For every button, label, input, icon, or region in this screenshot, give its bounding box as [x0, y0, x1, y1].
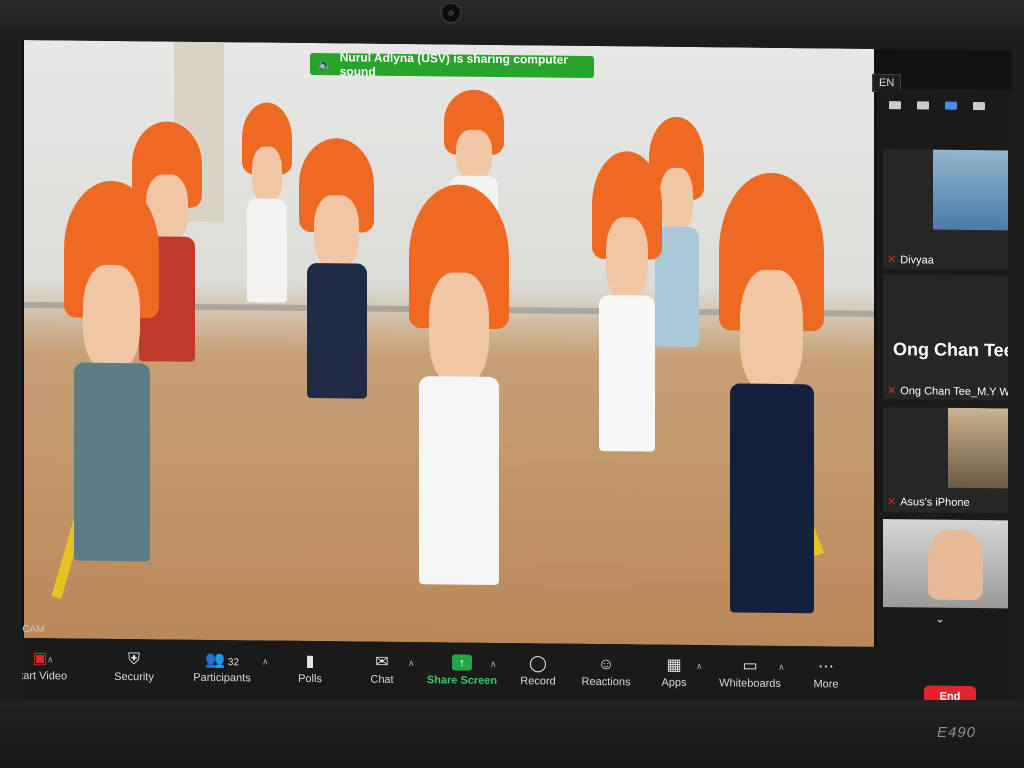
video-options-caret[interactable]: ∧ [47, 654, 54, 665]
chevron-down-icon[interactable]: ⌄ [935, 612, 945, 626]
laptop-model-label: E490 [936, 724, 976, 741]
child-dancer [719, 172, 824, 614]
participants-options-caret[interactable]: ∧ [262, 657, 269, 668]
mic-muted-icon: ✕ [887, 496, 897, 509]
participant-panel: ✕ Divyaa Ong Chan Tee ✕ Ong Chan Tee_M.Y… [877, 88, 1012, 651]
stack-view-icon[interactable] [945, 101, 957, 110]
participants-button[interactable]: 👥 32 Participants [182, 650, 262, 685]
participant-name: Asus's iPhone [900, 495, 970, 509]
child-dancer [299, 137, 374, 399]
participant-label: ✕ Divyaa [887, 253, 934, 266]
speaker-icon: 🔈 [318, 58, 332, 71]
participant-tile[interactable]: Ong Chan Tee ✕ Ong Chan Tee_M.Y World@U [883, 274, 1008, 401]
webcam-lens [440, 2, 462, 24]
sharing-sound-banner: 🔈 Nurul Adlyna (USV) is sharing computer… [310, 50, 594, 79]
mic-muted-icon: ✕ [887, 385, 897, 398]
gallery-view-icon[interactable] [973, 101, 985, 111]
security-button[interactable]: ⛨ Security [94, 649, 174, 684]
child-dancer [242, 102, 292, 303]
shared-video[interactable] [24, 40, 874, 647]
child-dancer [64, 180, 159, 562]
banner-text: Nurul Adlyna (USV) is sharing computer s… [339, 50, 568, 79]
share-screen-icon: ↑ [452, 654, 472, 671]
camera-name-label: AIN_CAM [22, 623, 45, 636]
more-button[interactable]: ⋯ More [786, 656, 866, 691]
polls-button[interactable]: ▮ Polls [270, 651, 350, 686]
participants-count: 32 [227, 657, 240, 669]
participant-display-name: Ong Chan Tee [893, 339, 1008, 361]
child-dancer [592, 150, 662, 452]
participant-tile[interactable]: ✕ Divyaa [883, 149, 1008, 271]
participant-label: ✕ Asus's iPhone [887, 495, 970, 509]
single-view-icon[interactable] [917, 101, 929, 110]
laptop-bezel-top [0, 0, 1024, 40]
view-switcher[interactable] [889, 101, 985, 111]
participant-name: Ong Chan Tee_M.Y World@U [900, 384, 1008, 399]
polls-icon: ▮ [305, 652, 315, 671]
more-icon: ⋯ [818, 658, 834, 676]
participants-icon: 👥 32 [204, 651, 240, 670]
minimize-view-icon[interactable] [889, 101, 901, 110]
zoom-window: 🔈 Nurul Adlyna (USV) is sharing computer… [22, 40, 1012, 716]
mic-muted-icon: ✕ [887, 254, 897, 267]
self-video-tile[interactable] [883, 519, 1008, 609]
whiteboards-options-caret[interactable]: ∧ [778, 662, 785, 673]
participant-photo [933, 149, 1008, 231]
share-options-caret[interactable]: ∧ [490, 659, 497, 670]
participant-tile[interactable]: ✕ Asus's iPhone [883, 407, 1008, 514]
participant-label: ✕ Ong Chan Tee_M.Y World@U [887, 384, 1008, 399]
apps-options-caret[interactable]: ∧ [696, 661, 703, 672]
participant-photo [948, 407, 1008, 489]
participant-name: Divyaa [900, 253, 934, 267]
chat-options-caret[interactable]: ∧ [408, 658, 415, 669]
laptop-bezel-bottom: E490 [0, 700, 1024, 768]
child-dancer [409, 184, 509, 585]
shield-icon: ⛨ [127, 651, 140, 669]
self-video-face [928, 529, 983, 601]
